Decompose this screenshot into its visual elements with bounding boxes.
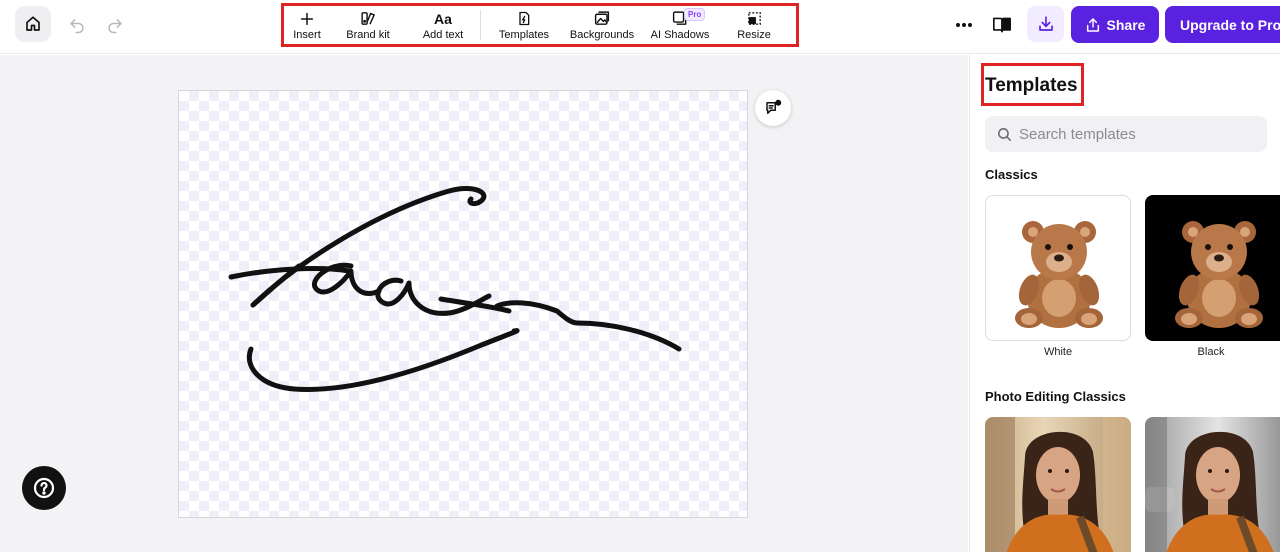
ai-assistant-button[interactable] bbox=[755, 90, 791, 126]
home-icon bbox=[26, 16, 40, 31]
more-options-button[interactable] bbox=[950, 12, 978, 38]
more-dots-icon bbox=[956, 23, 972, 27]
backgrounds-label: Backgrounds bbox=[569, 29, 635, 41]
panel-title: Templates bbox=[985, 75, 1078, 96]
redo-button[interactable] bbox=[102, 12, 128, 38]
template-white[interactable] bbox=[985, 195, 1131, 341]
top-bar: Insert Brand kit Aa Add text Templates B… bbox=[0, 0, 1280, 54]
redo-icon bbox=[108, 19, 122, 34]
pro-badge: Pro bbox=[684, 8, 706, 21]
insert-label: Insert bbox=[293, 29, 321, 41]
teddy-bear-image bbox=[1015, 221, 1103, 328]
brand-kit-icon bbox=[360, 12, 375, 25]
share-icon bbox=[1086, 17, 1099, 32]
ai-shadows-tool[interactable]: Pro AI Shadows bbox=[637, 6, 723, 44]
section-title-photo-editing: Photo Editing Classics bbox=[985, 389, 1126, 404]
share-button[interactable]: Share bbox=[1071, 6, 1159, 43]
plus-icon bbox=[300, 12, 314, 26]
download-icon bbox=[1038, 16, 1053, 31]
section-title-classics: Classics bbox=[985, 167, 1038, 182]
compare-button[interactable] bbox=[988, 11, 1016, 39]
download-button[interactable] bbox=[1027, 6, 1064, 42]
teddy-bear-image bbox=[1175, 221, 1263, 328]
share-label: Share bbox=[1106, 16, 1146, 33]
search-icon bbox=[998, 127, 1011, 141]
portrait-image bbox=[985, 417, 1131, 552]
search-input[interactable] bbox=[1019, 125, 1259, 143]
chat-sparkle-icon bbox=[766, 99, 782, 114]
add-text-label: Add text bbox=[422, 29, 464, 41]
templates-icon bbox=[519, 11, 530, 26]
design-canvas[interactable] bbox=[178, 90, 748, 518]
templates-label: Templates bbox=[498, 29, 550, 41]
home-button[interactable] bbox=[15, 6, 51, 42]
ai-shadows-label: AI Shadows bbox=[650, 29, 710, 41]
templates-tool[interactable]: Templates bbox=[481, 6, 567, 44]
resize-tool[interactable]: Resize bbox=[723, 6, 785, 44]
text-icon: Aa bbox=[434, 11, 452, 27]
brand-kit-tool[interactable]: Brand kit bbox=[330, 6, 406, 44]
undo-button[interactable] bbox=[64, 12, 90, 38]
insert-tool[interactable]: Insert bbox=[284, 6, 330, 44]
template-photo-color[interactable] bbox=[985, 417, 1131, 552]
template-white-label: White bbox=[1043, 346, 1073, 358]
brand-kit-label: Brand kit bbox=[346, 29, 390, 41]
backgrounds-tool[interactable]: Backgrounds bbox=[567, 6, 637, 44]
templates-panel: Templates Classics White bbox=[969, 55, 1280, 552]
signature-image[interactable] bbox=[179, 91, 749, 519]
canvas-workspace bbox=[0, 55, 968, 552]
resize-icon bbox=[747, 12, 761, 25]
book-compare-icon bbox=[992, 17, 1011, 33]
portrait-image bbox=[1145, 417, 1274, 552]
resize-label: Resize bbox=[737, 29, 771, 41]
template-black-label: Black bbox=[1197, 346, 1225, 358]
help-button[interactable] bbox=[22, 466, 66, 510]
question-icon bbox=[33, 477, 55, 499]
template-photo-bw-background[interactable] bbox=[1145, 417, 1280, 552]
template-search[interactable] bbox=[985, 116, 1267, 152]
upgrade-to-pro-button[interactable]: Upgrade to Pro bbox=[1165, 6, 1280, 43]
undo-icon bbox=[70, 19, 84, 34]
add-text-tool[interactable]: Aa Add text bbox=[406, 6, 480, 44]
upgrade-label: Upgrade to Pro bbox=[1180, 16, 1280, 33]
backgrounds-icon bbox=[594, 11, 610, 25]
editor-toolbar: Insert Brand kit Aa Add text Templates B… bbox=[281, 3, 799, 47]
template-black[interactable] bbox=[1145, 195, 1280, 341]
